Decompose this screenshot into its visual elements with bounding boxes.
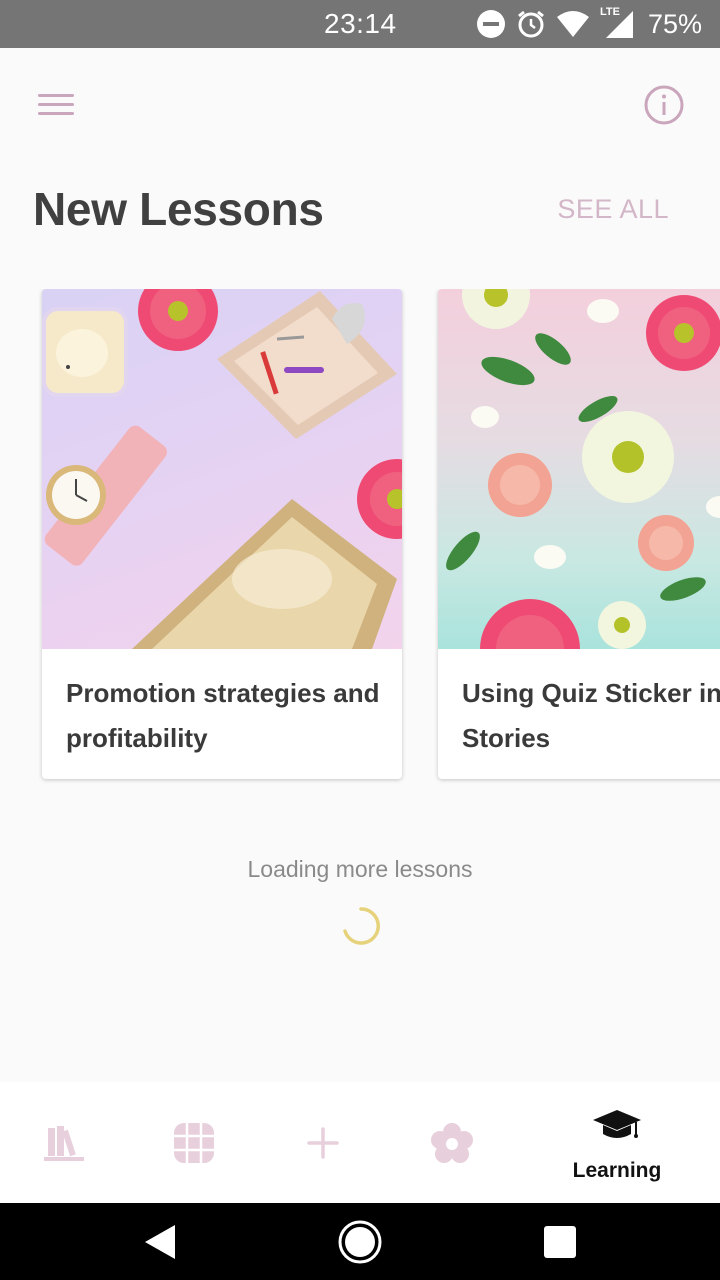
see-all-button[interactable]: SEE ALL: [557, 194, 669, 225]
lte-signal-icon: LTE: [600, 6, 634, 39]
nav-item-library[interactable]: [0, 1082, 130, 1203]
graduation-cap-icon: [593, 1110, 641, 1138]
status-time: 23:14: [324, 8, 397, 39]
plus-icon: [307, 1127, 339, 1159]
loading-spinner-icon: [343, 907, 380, 945]
lesson-card[interactable]: Promotion strategies and profitability: [42, 289, 402, 779]
lesson-card[interactable]: Using Quiz Sticker in Stories: [438, 289, 720, 779]
section-title: New Lessons: [33, 183, 324, 235]
info-button[interactable]: [642, 83, 686, 127]
lesson-card-image: [42, 289, 402, 649]
lesson-card-image: [438, 289, 720, 649]
lesson-card-title: Promotion strategies and profitability: [66, 678, 380, 753]
loading-text: Loading more lessons: [247, 856, 473, 882]
wifi-icon: [556, 11, 589, 37]
lesson-card-title: Using Quiz Sticker in Stories: [462, 678, 720, 753]
nav-item-flower[interactable]: [388, 1082, 516, 1203]
home-icon[interactable]: [337, 1219, 383, 1265]
library-icon: [44, 1126, 84, 1161]
nav-label-learning: Learning: [572, 1159, 662, 1182]
flower-icon: [431, 1123, 473, 1163]
battery-level: 75%: [647, 8, 702, 39]
grid-icon: [174, 1123, 214, 1163]
nav-item-add[interactable]: [258, 1082, 388, 1203]
recents-icon[interactable]: [543, 1225, 577, 1259]
info-icon: [644, 85, 684, 125]
bottom-nav: Learning: [0, 1082, 720, 1203]
status-icons: LTE 75%: [476, 6, 702, 40]
alarm-icon: [518, 10, 544, 38]
back-icon[interactable]: [143, 1224, 177, 1260]
lessons-carousel[interactable]: Promotion strategies and profitability U…: [0, 289, 720, 789]
system-nav-bar: [0, 1203, 720, 1280]
nav-item-grid[interactable]: [130, 1082, 258, 1203]
nav-item-learning[interactable]: Learning: [516, 1082, 720, 1203]
menu-button[interactable]: [34, 88, 78, 122]
dnd-icon: [476, 10, 505, 38]
status-bar: 23:14 LTE 75%: [0, 0, 720, 48]
